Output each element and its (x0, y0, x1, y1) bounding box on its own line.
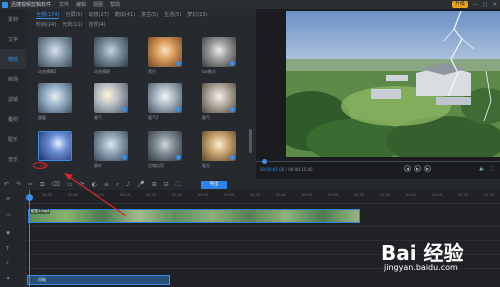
watermark-main: Bai 经验 (381, 241, 464, 265)
baidu-jingyan-watermark: Bai 经验 jingyan.baidu.com (381, 237, 464, 272)
watermark-url: jingyan.baidu.com (384, 263, 458, 272)
